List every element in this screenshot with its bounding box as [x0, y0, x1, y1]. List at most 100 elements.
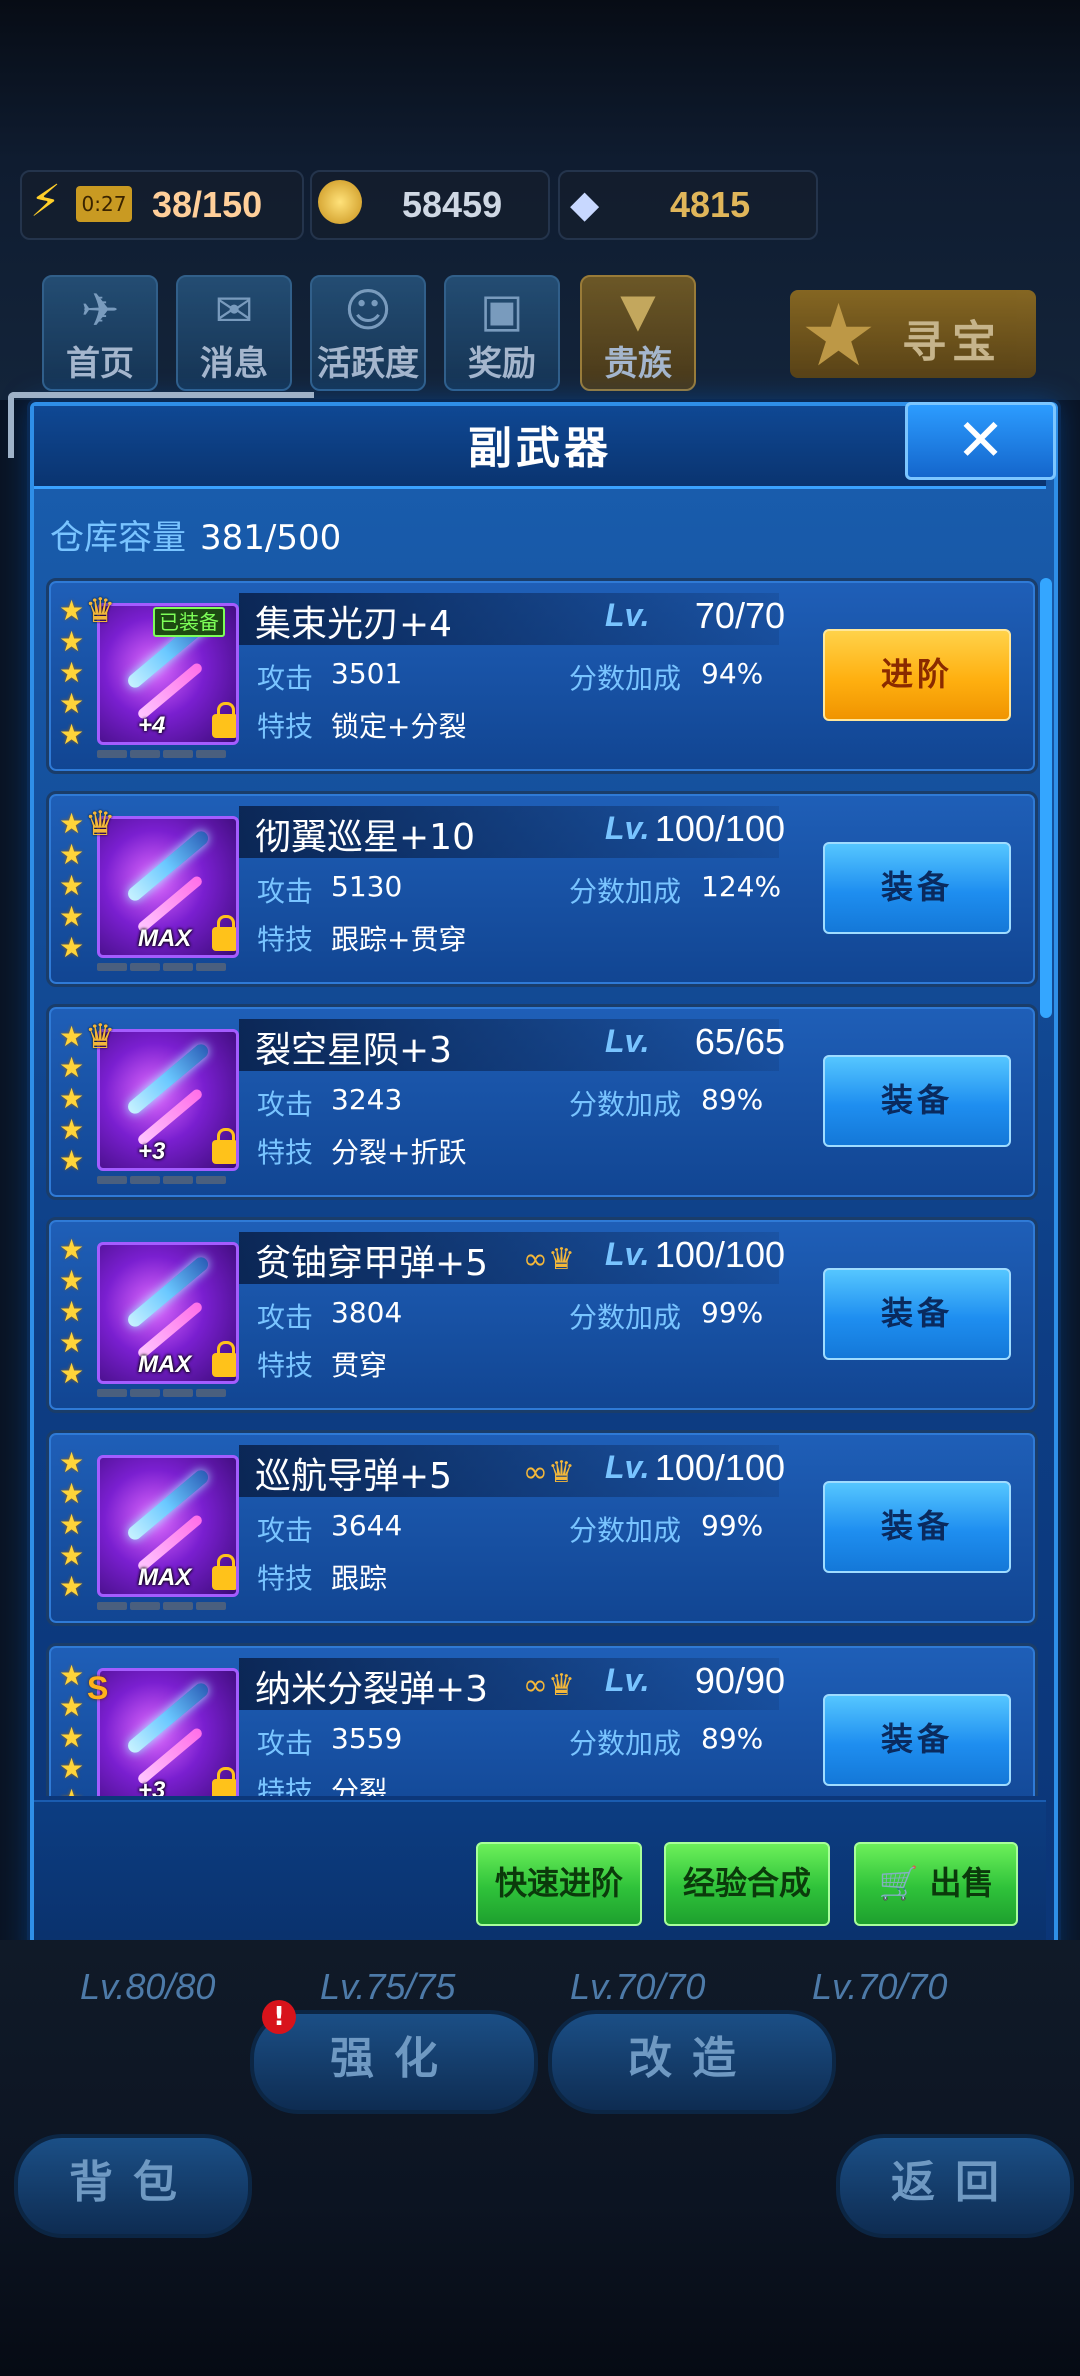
weapon-card[interactable]: ★ ★ ★ ★ ★ MAX 贫铀穿甲弹+5 ∞♛ Lv. 100/100 攻击 3804 分数加成 99%…	[46, 1217, 1038, 1413]
star-icon: ★	[59, 1659, 85, 1692]
nav-home-button[interactable]: ✈ 首页	[42, 275, 158, 391]
nav-noble-button[interactable]: ▼ 贵族	[580, 275, 696, 391]
lock-icon	[212, 1128, 236, 1164]
weapon-level: 100/100	[654, 1234, 785, 1275]
skill-label: 特技	[257, 923, 314, 956]
weapon-art	[125, 1467, 211, 1543]
nav-noble-label: 贵族	[604, 344, 672, 384]
slot	[163, 963, 193, 971]
slot	[163, 1389, 193, 1397]
weapon-name: 巡航导弹+5	[255, 1456, 453, 1497]
treasure-label: 寻宝	[902, 317, 1002, 368]
weapon-tag: MAX	[138, 1351, 192, 1378]
nav-activity-label: 活跃度	[317, 344, 419, 384]
weapon-icon[interactable]: MAX	[97, 816, 239, 958]
attack-value: 3804	[331, 1296, 403, 1329]
attack-label: 攻击	[257, 1301, 314, 1334]
nav-home-label: 首页	[66, 344, 134, 384]
slot	[130, 1176, 160, 1184]
gold-bar[interactable]: 58459	[310, 170, 550, 240]
star-icon: ★	[59, 1752, 85, 1785]
weapon-card[interactable]: ★ ★ ★ ★ ★ +3 ♛ 裂空星陨+3 Lv. 65/65 攻击 3243 分数加成 89% 特技 分裂+…	[46, 1004, 1038, 1200]
star-icon: ★	[59, 1784, 89, 1796]
energy-bar[interactable]: ⚡ 0:27 38/150	[20, 170, 304, 240]
star-icon: ★	[59, 1326, 85, 1359]
weapon-list[interactable]: ★ ★ ★ ★ ★ +4 ♛ 已装备 集束光刃+4 Lv. 70/70 攻击 3501 分数加成 94% 特技…	[46, 578, 1038, 1796]
bonus-value: 94%	[701, 657, 764, 690]
bonus-value: 99%	[701, 1509, 764, 1542]
slot	[97, 963, 127, 971]
star-icon: ★	[59, 1144, 85, 1177]
skill-value: 贯穿	[331, 1349, 388, 1382]
weapon-icon[interactable]: MAX	[97, 1242, 239, 1384]
energy-value: 38/150	[152, 184, 263, 225]
skill-value: 分裂	[331, 1775, 388, 1796]
star-icon: ★	[59, 1508, 85, 1541]
nav-reward-button[interactable]: ▣ 奖励	[444, 275, 560, 391]
equipped-badge: 已装备	[153, 607, 225, 637]
capacity-label: 仓库容量	[50, 518, 186, 558]
energy-timer: 0:27	[76, 186, 132, 222]
rarity-stars: ★★★★★	[59, 1447, 89, 1602]
nav-message-button[interactable]: ✉ 消息	[176, 275, 292, 391]
mail-icon: ✉	[214, 283, 254, 337]
weapon-card[interactable]: ★ ★ ★ ★ ★ MAX ♛ 彻翼巡星+10 Lv. 100/100 攻击 5130 分数加成 124%…	[46, 791, 1038, 987]
weapon-icon[interactable]: +3	[97, 1029, 239, 1171]
equip-button[interactable]: 装备	[823, 1268, 1011, 1360]
plane-icon: ✈	[80, 283, 120, 337]
treasure-button[interactable]: ★ 寻宝	[790, 286, 1036, 386]
weapon-name: 纳米分裂弹+3	[255, 1669, 489, 1710]
weapon-level: 100/100	[654, 1447, 785, 1488]
equip-button[interactable]: 装备	[823, 1694, 1011, 1786]
exp-merge-button[interactable]: 经验合成	[664, 1842, 830, 1926]
backpack-button[interactable]: 背包	[14, 2134, 252, 2238]
close-button[interactable]: ✕	[905, 402, 1056, 480]
slot	[130, 750, 160, 758]
notification-badge: !	[262, 2000, 296, 2034]
upgrade-slots	[97, 1595, 237, 1610]
equip-button[interactable]: 装备	[823, 842, 1011, 934]
slot	[130, 963, 160, 971]
bottom-level-1: Lv.80/80	[80, 1966, 216, 2007]
sell-button[interactable]: 🛒 出售	[854, 1842, 1018, 1926]
rarity-stars: ★★★★★	[59, 1234, 89, 1389]
slot	[97, 1389, 127, 1397]
nav-activity-button[interactable]: ☺ 活跃度	[310, 275, 426, 391]
v-badge-icon: ▼	[620, 283, 656, 337]
weapon-card[interactable]: ★ ★ ★ ★ ★ MAX 巡航导弹+5 ∞♛ Lv. 100/100 攻击 3644 分数加成 99% 特…	[46, 1430, 1038, 1626]
attack-value: 3243	[331, 1083, 403, 1116]
star-icon: ★	[59, 718, 85, 751]
weapon-art	[125, 1254, 211, 1330]
lightning-icon: ⚡	[30, 176, 61, 227]
star-icon: ★	[59, 1357, 85, 1390]
scrollbar[interactable]	[1040, 578, 1052, 1018]
star-icon: ★	[59, 900, 85, 933]
advance-button[interactable]: 进阶	[823, 629, 1011, 721]
slot	[196, 750, 226, 758]
level-label: Lv.	[605, 1023, 650, 1059]
upgrade-slots	[97, 1382, 237, 1397]
star-icon: ★	[59, 869, 85, 902]
slot	[196, 963, 226, 971]
star-icon: ★	[59, 931, 85, 964]
bonus-label: 分数加成	[569, 1727, 682, 1760]
storage-capacity: 仓库容量 381/500	[50, 510, 341, 559]
attack-value: 5130	[331, 870, 403, 903]
equip-button[interactable]: 装备	[823, 1481, 1011, 1573]
bonus-label: 分数加成	[569, 1301, 682, 1334]
level-label: Lv.	[605, 1236, 650, 1272]
back-button[interactable]: 返回	[836, 2134, 1074, 2238]
weapon-icon[interactable]: MAX	[97, 1455, 239, 1597]
weapon-card[interactable]: ★★★★★+3S纳米分裂弹+3∞♛Lv.90/90攻击3559分数加成89%特技…	[46, 1643, 1038, 1796]
level-label: Lv.	[605, 1662, 650, 1698]
gem-bar[interactable]: ◆ 4815	[558, 170, 818, 240]
weapon-icon[interactable]: +3	[97, 1668, 239, 1796]
sell-label: 出售	[929, 1864, 994, 1902]
equip-button[interactable]: 装备	[823, 1055, 1011, 1147]
level-label: Lv.	[605, 810, 650, 846]
skill-value: 跟踪	[331, 1562, 388, 1595]
weapon-card[interactable]: ★ ★ ★ ★ ★ +4 ♛ 已装备 集束光刃+4 Lv. 70/70 攻击 3501 分数加成 94% 特技…	[46, 578, 1038, 774]
upgrade-slots	[97, 956, 237, 971]
modify-button[interactable]: 改造	[548, 2010, 836, 2114]
quick-advance-button[interactable]: 快速进阶	[476, 1842, 642, 1926]
